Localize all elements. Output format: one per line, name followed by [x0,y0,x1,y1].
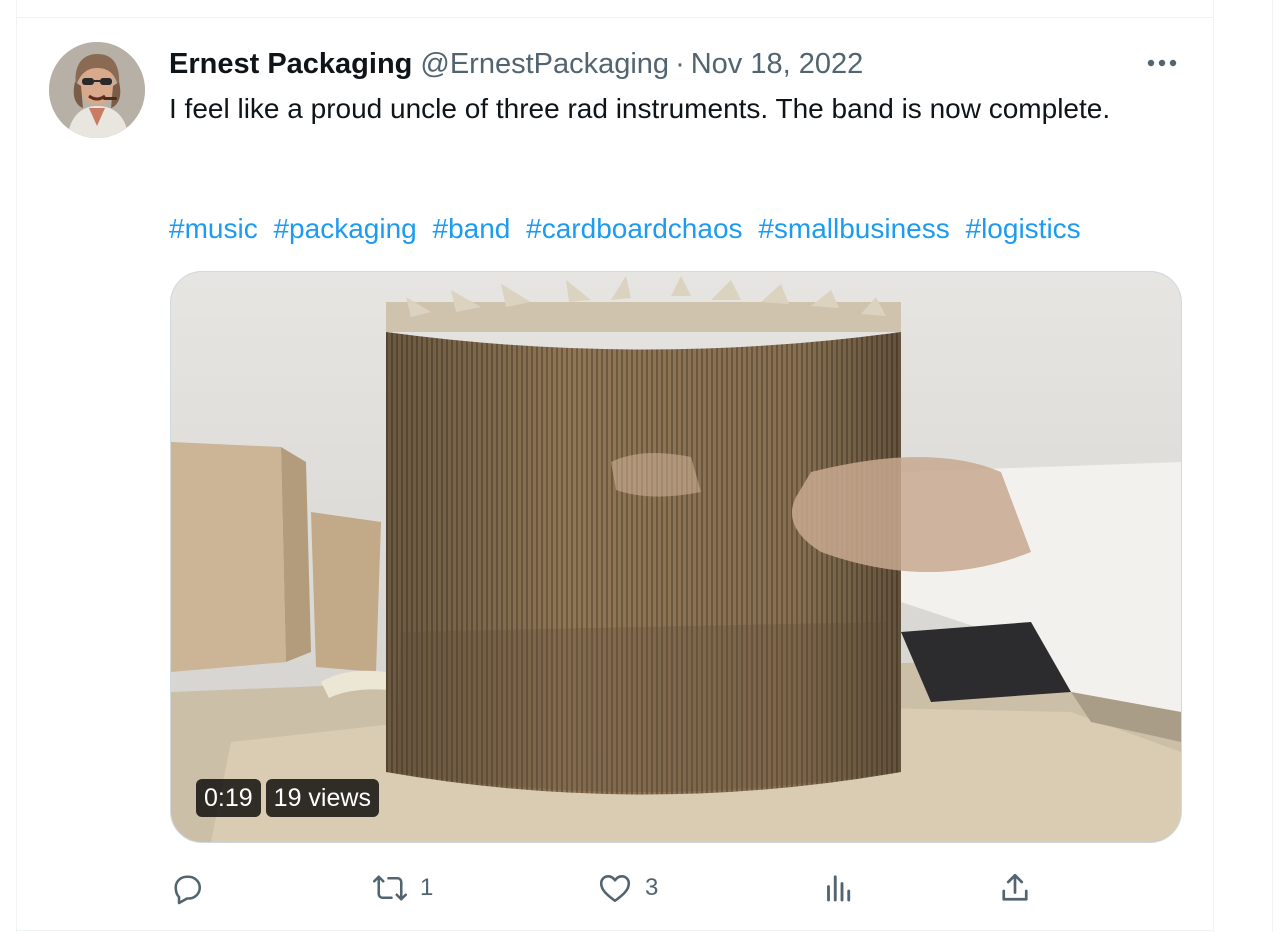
heart-icon [599,875,631,903]
action-bar: 1 3 [169,866,1179,910]
share-icon [1002,873,1028,901]
share-button[interactable] [997,866,1033,910]
video-player[interactable]: 0:19 19 views [170,271,1182,843]
analytics-icon [827,875,851,902]
retweet-count: 1 [420,874,434,901]
more-icon [1147,59,1177,67]
reply-button[interactable] [169,866,217,910]
avatar[interactable] [49,42,145,138]
like-count: 3 [645,874,659,901]
hashtag-link[interactable]: #cardboardchaos [526,213,742,244]
timeline-right-border [1213,0,1214,932]
video-views: 19 views [265,779,379,817]
author-handle[interactable]: @ErnestPackaging [420,48,669,81]
tweet-card[interactable]: Ernest Packaging @ErnestPackaging · Nov … [17,18,1213,930]
views-button[interactable] [821,866,869,910]
tweet-header: Ernest Packaging @ErnestPackaging · Nov … [169,44,863,84]
hashtag-link[interactable]: #logistics [966,213,1081,244]
like-button[interactable]: 3 [597,866,658,910]
hashtag-link[interactable]: #smallbusiness [758,213,949,244]
tweet-text: I feel like a proud uncle of three rad i… [169,93,1111,124]
video-duration: 0:19 [196,779,261,817]
retweet-icon [372,875,408,901]
author-name[interactable]: Ernest Packaging [169,48,412,81]
retweet-button[interactable]: 1 [372,866,433,910]
tweet-date[interactable]: Nov 18, 2022 [691,48,864,81]
hashtag-link[interactable]: #packaging [273,213,416,244]
hashtag-link[interactable]: #music [169,213,258,244]
more-options-button[interactable] [1145,50,1179,76]
header-separator: · [675,47,685,80]
reply-icon [174,875,202,905]
video-frame [171,272,1181,842]
avatar-image [49,42,145,138]
video-overlay-badges: 0:19 19 views [196,779,379,817]
hashtag-list: #music #packaging #band #cardboardchaos … [169,208,1081,249]
hashtag-link[interactable]: #band [433,213,511,244]
tweet-bottom-divider [16,930,1214,931]
sidebar-border [1272,0,1273,932]
